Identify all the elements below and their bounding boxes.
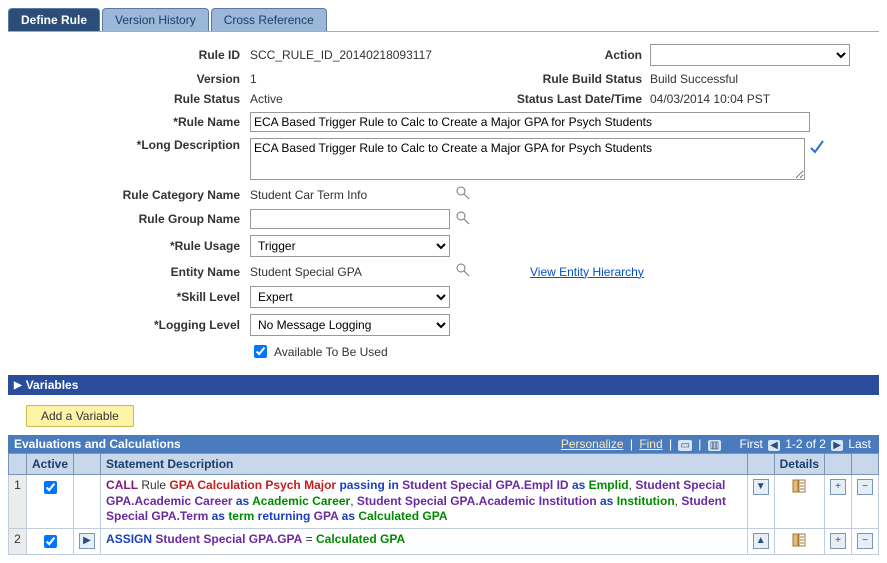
statement-description: ASSIGN Student Special GPA.GPA = Calcula… <box>101 528 748 554</box>
tab-cross-reference[interactable]: Cross Reference <box>211 8 327 31</box>
rule-id-label: Rule ID <box>8 48 250 62</box>
row-number: 2 <box>9 528 27 554</box>
category-value: Student Car Term Info <box>250 188 450 202</box>
nav-next-icon[interactable]: ▶ <box>831 440 843 451</box>
usage-label: *Rule Usage <box>8 239 250 253</box>
tab-define-rule[interactable]: Define Rule <box>8 8 100 31</box>
group-label: Rule Group Name <box>8 212 250 226</box>
table-row: 2 ▶ ASSIGN Student Special GPA.GPA = Calcu… <box>9 528 879 554</box>
execute-icon[interactable]: ▶ <box>79 533 95 549</box>
find-link[interactable]: Find <box>639 437 662 451</box>
rule-id-value: SCC_RULE_ID_20140218093117 <box>250 48 520 62</box>
nav-range: 1-2 of 2 <box>785 437 826 451</box>
available-label: Available To Be Used <box>274 345 388 359</box>
lookup-icon[interactable] <box>456 263 470 280</box>
status-dt-value: 04/03/2014 10:04 PST <box>650 92 770 106</box>
status-dt-label: Status Last Date/Time <box>500 92 650 106</box>
active-checkbox[interactable] <box>44 481 57 494</box>
entity-value: Student Special GPA <box>250 265 450 279</box>
version-value: 1 <box>250 72 520 86</box>
table-row: 1 CALL Rule GPA Calculation Psych Major p… <box>9 475 879 529</box>
active-checkbox[interactable] <box>44 535 57 548</box>
details-icon[interactable] <box>791 478 807 494</box>
logging-label: *Logging Level <box>8 318 250 332</box>
variables-section-header[interactable]: ▶ Variables <box>8 375 879 395</box>
view-entity-hierarchy-link[interactable]: View Entity Hierarchy <box>530 265 644 279</box>
delete-row-icon[interactable]: − <box>857 479 873 495</box>
personalize-link[interactable]: Personalize <box>561 437 624 451</box>
variables-section-title: Variables <box>26 378 79 392</box>
grid-toolbar: Personalize | Find | ▭ | ▥ First ◀ 1-2 o… <box>558 437 873 451</box>
grid-title: Evaluations and Calculations <box>14 437 181 451</box>
logging-select[interactable]: No Message Logging <box>250 314 450 336</box>
long-desc-label: *Long Description <box>8 138 250 152</box>
statement-description: CALL Rule GPA Calculation Psych Major pa… <box>101 475 748 529</box>
move-up-icon[interactable]: ▲ <box>753 533 769 549</box>
evaluations-grid: Active Statement Description Details 1 CA… <box>8 453 879 555</box>
add-row-icon[interactable]: + <box>830 479 846 495</box>
col-stmt: Statement Description <box>106 457 233 471</box>
nav-first[interactable]: First <box>740 437 763 451</box>
add-row-icon[interactable]: + <box>830 533 846 549</box>
nav-last[interactable]: Last <box>848 437 871 451</box>
version-label: Version <box>8 72 250 86</box>
category-label: Rule Category Name <box>8 188 250 202</box>
tab-version-history[interactable]: Version History <box>102 8 209 31</box>
rule-name-input[interactable] <box>250 112 810 132</box>
delete-row-icon[interactable]: − <box>857 533 873 549</box>
usage-select[interactable]: Trigger <box>250 235 450 257</box>
group-input[interactable] <box>250 209 450 229</box>
skill-select[interactable]: Expert <box>250 286 450 308</box>
action-select[interactable] <box>650 44 850 66</box>
download-icon[interactable]: ▥ <box>708 440 721 451</box>
row-number: 1 <box>9 475 27 529</box>
build-status-label: Rule Build Status <box>520 72 650 86</box>
move-down-icon[interactable]: ▼ <box>753 479 769 495</box>
zoom-icon[interactable]: ▭ <box>678 440 691 451</box>
long-desc-textarea[interactable] <box>250 138 805 180</box>
lookup-icon[interactable] <box>456 186 470 203</box>
col-active: Active <box>32 457 68 471</box>
spellcheck-icon[interactable] <box>809 138 825 157</box>
rule-name-label: *Rule Name <box>8 115 250 129</box>
lookup-icon[interactable] <box>456 211 470 228</box>
expand-icon: ▶ <box>14 380 22 391</box>
skill-label: *Skill Level <box>8 290 250 304</box>
entity-label: Entity Name <box>8 265 250 279</box>
available-checkbox-input[interactable] <box>254 345 267 358</box>
rule-status-label: Rule Status <box>8 92 250 106</box>
col-details: Details <box>780 457 819 471</box>
nav-prev-icon[interactable]: ◀ <box>768 440 780 451</box>
rule-status-value: Active <box>250 92 500 106</box>
add-variable-button[interactable]: Add a Variable <box>26 405 134 427</box>
page-tabs: Define Rule Version History Cross Refere… <box>8 8 879 32</box>
available-checkbox[interactable]: Available To Be Used <box>250 342 388 361</box>
action-label: Action <box>520 48 650 62</box>
details-icon[interactable] <box>791 532 807 548</box>
build-status-value: Build Successful <box>650 72 738 86</box>
